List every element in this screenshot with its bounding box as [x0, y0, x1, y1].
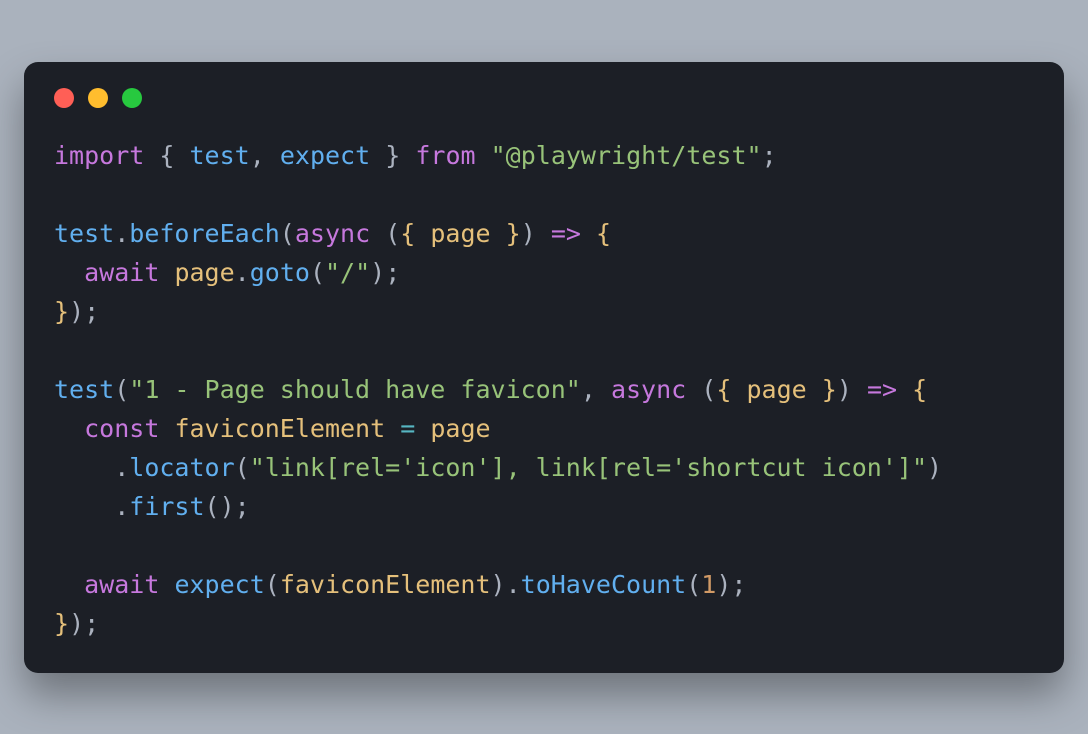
paren: (	[310, 258, 325, 287]
brace: {	[159, 141, 174, 170]
brace: }	[54, 609, 69, 638]
fn-first: first	[129, 492, 204, 521]
brace: }	[822, 375, 837, 404]
brace: }	[54, 297, 69, 326]
num-1: 1	[701, 570, 716, 599]
kw-await: await	[84, 570, 159, 599]
fn-test: test	[54, 219, 114, 248]
close-icon[interactable]	[54, 88, 74, 108]
kw-from: from	[415, 141, 475, 170]
paren: (	[235, 453, 250, 482]
brace: {	[912, 375, 927, 404]
id-faviconElement: faviconElement	[280, 570, 491, 599]
str-selector: "link[rel='icon'], link[rel='shortcut ic…	[250, 453, 927, 482]
paren: (	[385, 219, 400, 248]
kw-const: const	[84, 414, 159, 443]
brace: }	[506, 219, 521, 248]
dot: .	[506, 570, 521, 599]
maximize-icon[interactable]	[122, 88, 142, 108]
arrow: =>	[551, 219, 581, 248]
paren: (	[280, 219, 295, 248]
semi: ;	[235, 492, 250, 521]
semi: ;	[731, 570, 746, 599]
paren: (	[205, 492, 220, 521]
paren: (	[686, 570, 701, 599]
paren: )	[927, 453, 942, 482]
id-expect: expect	[280, 141, 370, 170]
code-block: import { test, expect } from "@playwrigh…	[54, 136, 1034, 643]
brace: }	[385, 141, 400, 170]
comma: ,	[581, 375, 596, 404]
id-test: test	[190, 141, 250, 170]
str-desc: "1 - Page should have favicon"	[129, 375, 581, 404]
brace: {	[596, 219, 611, 248]
minimize-icon[interactable]	[88, 88, 108, 108]
traffic-lights	[54, 88, 1034, 108]
fn-test: test	[54, 375, 114, 404]
paren: (	[114, 375, 129, 404]
kw-import: import	[54, 141, 144, 170]
str-path: "/"	[325, 258, 370, 287]
paren: )	[521, 219, 536, 248]
paren: )	[69, 297, 84, 326]
kw-await: await	[84, 258, 159, 287]
semi: ;	[84, 609, 99, 638]
op-eq: =	[400, 414, 415, 443]
id-faviconElement: faviconElement	[174, 414, 385, 443]
fn-toHaveCount: toHaveCount	[521, 570, 687, 599]
paren: (	[701, 375, 716, 404]
semi: ;	[385, 258, 400, 287]
comma: ,	[250, 141, 265, 170]
dot: .	[114, 453, 129, 482]
paren: )	[716, 570, 731, 599]
dot: .	[114, 492, 129, 521]
id-page: page	[430, 414, 490, 443]
brace: {	[400, 219, 415, 248]
id-page: page	[430, 219, 490, 248]
paren: (	[265, 570, 280, 599]
paren: )	[220, 492, 235, 521]
dot: .	[114, 219, 129, 248]
paren: )	[837, 375, 852, 404]
id-page: page	[746, 375, 806, 404]
fn-beforeEach: beforeEach	[129, 219, 280, 248]
kw-async: async	[611, 375, 686, 404]
paren: )	[370, 258, 385, 287]
semi: ;	[84, 297, 99, 326]
paren: )	[491, 570, 506, 599]
code-window: import { test, expect } from "@playwrigh…	[24, 62, 1064, 673]
id-page: page	[174, 258, 234, 287]
str-module: "@playwright/test"	[491, 141, 762, 170]
arrow: =>	[867, 375, 897, 404]
fn-expect: expect	[174, 570, 264, 599]
kw-async: async	[295, 219, 370, 248]
dot: .	[235, 258, 250, 287]
fn-locator: locator	[129, 453, 234, 482]
semi: ;	[762, 141, 777, 170]
brace: {	[716, 375, 731, 404]
fn-goto: goto	[250, 258, 310, 287]
paren: )	[69, 609, 84, 638]
